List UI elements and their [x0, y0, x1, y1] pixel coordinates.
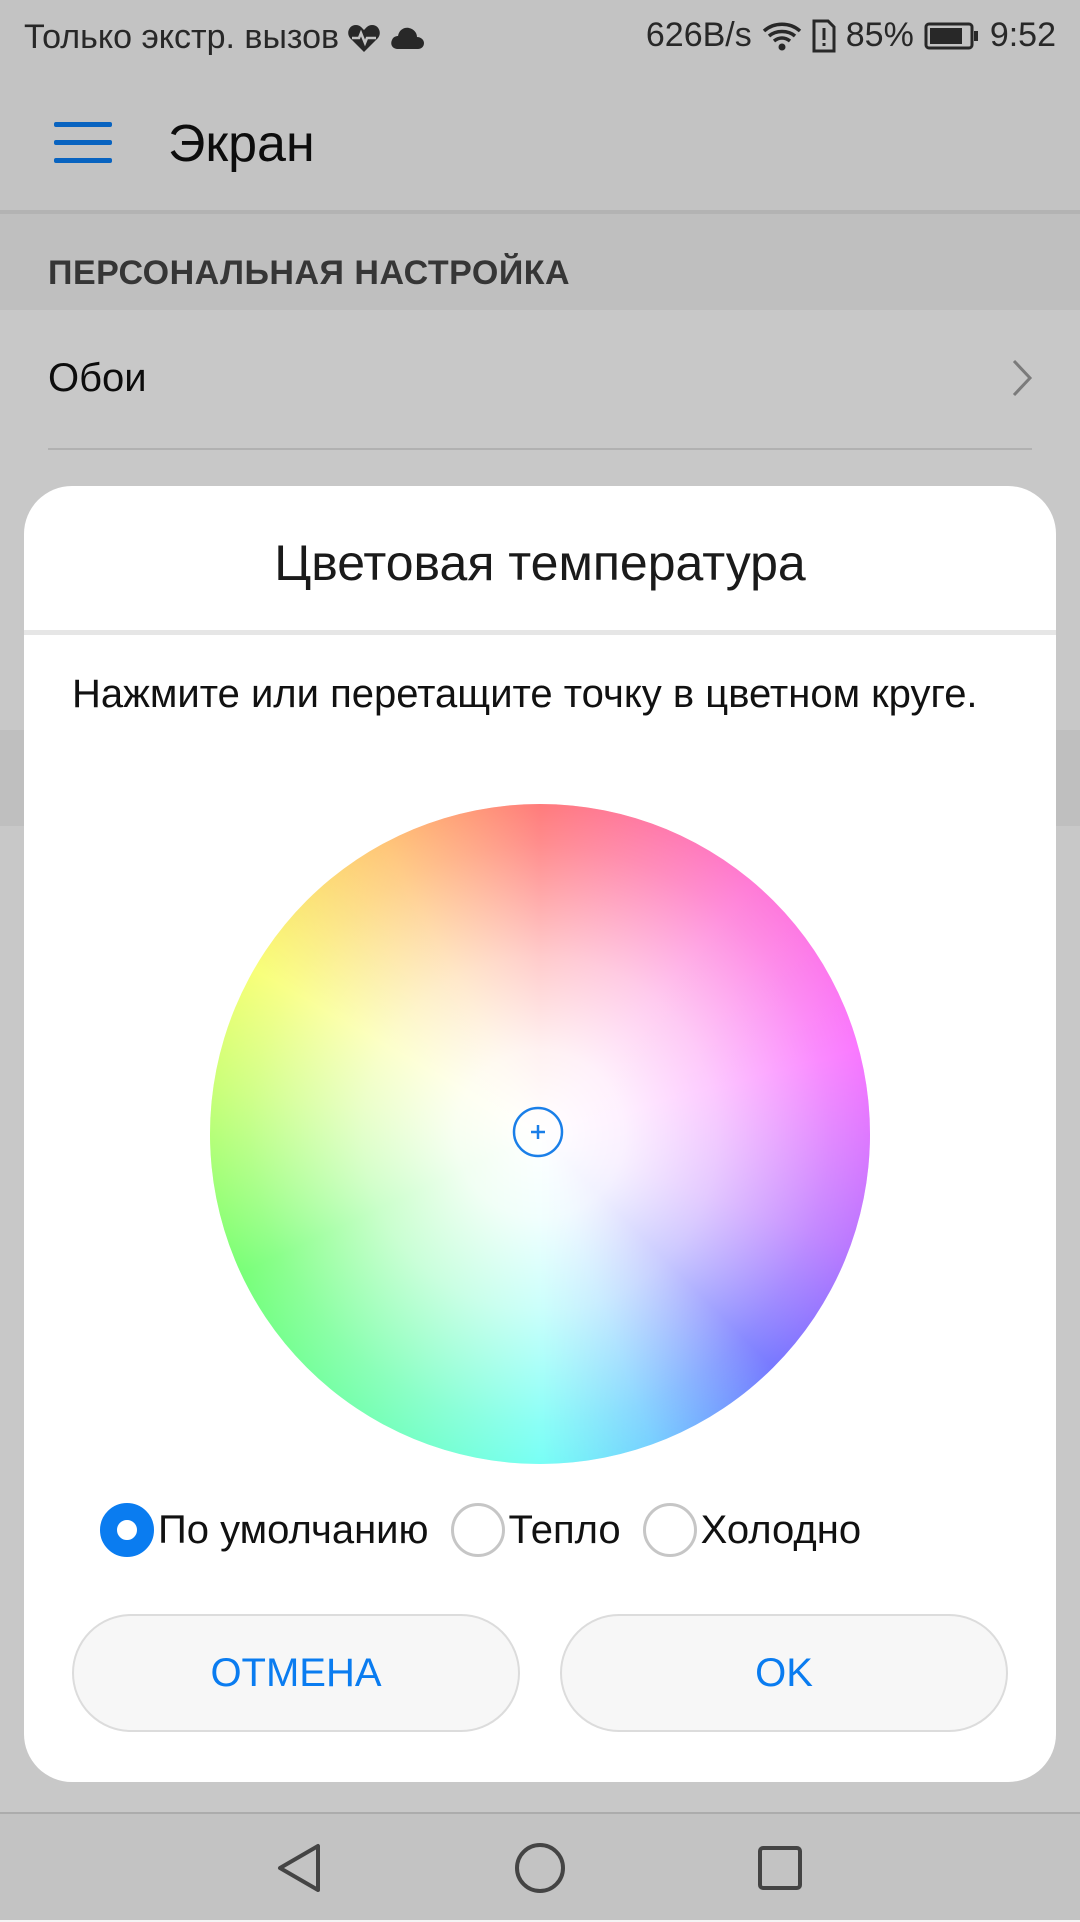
option-default[interactable]: По умолчанию — [100, 1503, 429, 1557]
plus-circle-icon[interactable] — [512, 1106, 564, 1158]
dialog-divider — [24, 630, 1056, 635]
radio-button[interactable] — [100, 1503, 154, 1557]
dialog-instruction: Нажмите или перетащите точку в цветном к… — [72, 672, 978, 716]
option-label: По умолчанию — [158, 1507, 429, 1552]
option-warm[interactable]: Тепло — [450, 1503, 621, 1557]
radio-button[interactable] — [642, 1503, 697, 1557]
color-wheel[interactable] — [210, 804, 870, 1464]
option-cold[interactable]: Холодно — [642, 1503, 862, 1557]
temperature-options: По умолчанию Тепло Холодно — [100, 1498, 883, 1562]
option-label: Холодно — [700, 1507, 862, 1552]
cancel-button[interactable]: ОТМЕНА — [72, 1614, 520, 1732]
radio-button[interactable] — [450, 1503, 505, 1557]
option-label: Тепло — [508, 1507, 621, 1552]
ok-button[interactable]: OK — [560, 1614, 1008, 1732]
color-temperature-dialog: Цветовая температура Нажмите или перетащ… — [24, 486, 1056, 1782]
dialog-title: Цветовая температура — [274, 535, 806, 591]
